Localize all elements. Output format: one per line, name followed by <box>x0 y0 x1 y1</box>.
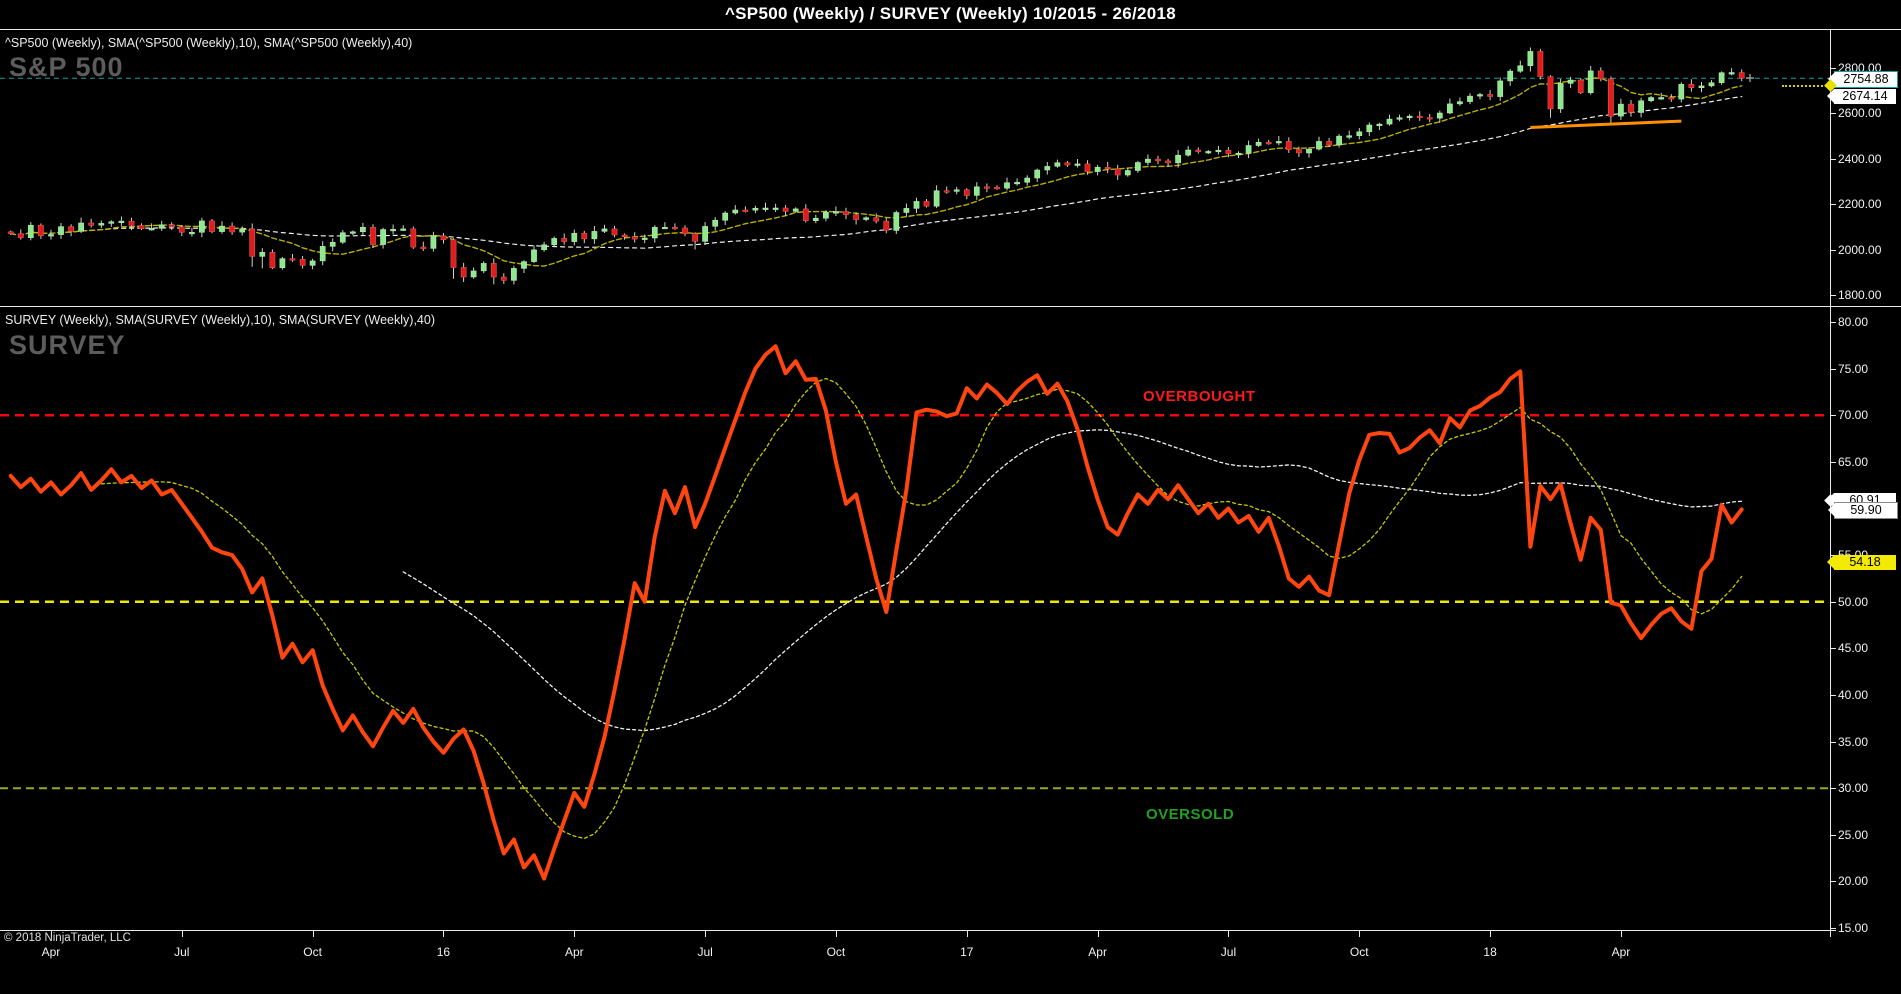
survey-label: 65.00 <box>1838 454 1869 469</box>
survey-tick <box>1830 694 1836 696</box>
survey-tick <box>1830 322 1836 324</box>
price-label: 2400.00 <box>1838 151 1882 166</box>
time-tick <box>574 930 576 937</box>
price-tick <box>1830 113 1836 115</box>
survey-tick <box>1830 368 1836 370</box>
survey-label: 30.00 <box>1838 781 1869 796</box>
time-tick <box>181 930 183 937</box>
price-tick <box>1830 295 1836 297</box>
survey-tick <box>1830 415 1836 417</box>
sp500-sma40-marker: 2674.14 <box>1827 89 1896 105</box>
survey-label: 40.00 <box>1838 687 1869 702</box>
survey-tick <box>1830 881 1836 883</box>
survey-label: 20.00 <box>1838 874 1869 889</box>
time-tick <box>1490 930 1492 937</box>
price-label: 2600.00 <box>1838 106 1882 121</box>
chart-plot-area[interactable] <box>0 0 1901 994</box>
survey-label: 70.00 <box>1838 408 1869 423</box>
price-tick <box>1830 158 1836 160</box>
time-tick <box>443 930 445 937</box>
time-label: 16 <box>436 945 451 959</box>
price-tick <box>1830 67 1836 69</box>
price-label: 1800.00 <box>1838 288 1882 303</box>
time-tick <box>1359 930 1361 937</box>
time-label: Jul <box>697 945 713 959</box>
survey-tick <box>1830 834 1836 836</box>
survey-tick <box>1830 461 1836 463</box>
price-tick <box>1830 249 1836 251</box>
time-tick <box>1620 930 1622 937</box>
time-label: Apr <box>1611 945 1631 959</box>
time-label: Jul <box>1220 945 1237 959</box>
time-tick <box>835 930 837 937</box>
time-label: Apr <box>1088 945 1107 959</box>
price-tick <box>1830 204 1836 206</box>
time-label: 18 <box>1483 945 1497 959</box>
survey-label: 45.00 <box>1838 641 1869 656</box>
survey-label: 25.00 <box>1838 827 1869 842</box>
price-label: 2200.00 <box>1838 197 1882 212</box>
copyright-text: © 2018 NinjaTrader, LLC <box>4 932 131 944</box>
survey-label: 15.00 <box>1838 921 1869 936</box>
time-label: Apr <box>41 945 61 959</box>
survey-tick <box>1830 788 1836 790</box>
survey-sma10-marker: 54.18 <box>1827 555 1896 571</box>
price-label: 2000.00 <box>1838 242 1882 257</box>
oversold-label: OVERSOLD <box>1146 806 1235 823</box>
survey-label: 80.00 <box>1838 315 1869 330</box>
time-label: Oct <box>826 945 846 959</box>
last-price-marker: 2754.88 <box>1828 70 1898 88</box>
survey-tick <box>1830 741 1836 743</box>
time-tick <box>705 930 707 937</box>
time-tick <box>312 930 314 937</box>
survey-last-marker: 59.90 <box>1828 501 1898 519</box>
time-label: Oct <box>303 945 322 959</box>
survey-tick <box>1830 928 1836 930</box>
sma10-marker-line <box>1782 85 1830 87</box>
time-tick <box>1097 930 1099 937</box>
time-label: Apr <box>564 945 584 959</box>
time-tick <box>966 930 968 937</box>
time-label: Oct <box>1349 945 1369 959</box>
survey-tick <box>1830 601 1836 603</box>
time-tick <box>1228 930 1230 937</box>
overbought-label: OVERBOUGHT <box>1143 388 1256 405</box>
survey-label: 35.00 <box>1838 734 1869 749</box>
time-label: 17 <box>960 945 974 959</box>
chart-window: ^SP500 (Weekly) / SURVEY (Weekly) 10/201… <box>0 0 1901 994</box>
time-label: Jul <box>174 945 190 959</box>
survey-tick <box>1830 648 1836 650</box>
survey-label: 50.00 <box>1838 594 1869 609</box>
survey-label: 75.00 <box>1838 361 1869 376</box>
